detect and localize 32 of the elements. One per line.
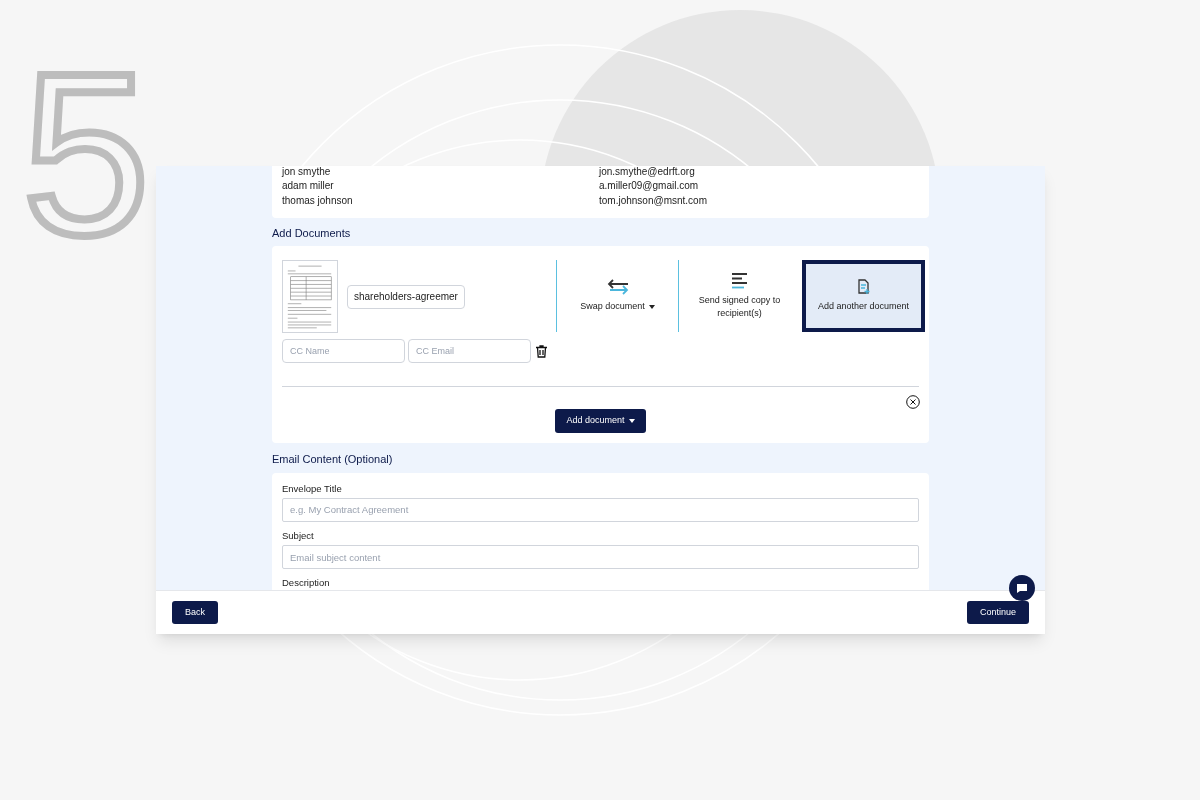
field-label: Envelope Title — [282, 481, 343, 496]
add-document-icon — [855, 279, 872, 295]
chat-icon — [1016, 582, 1028, 594]
back-button[interactable]: Back — [172, 601, 218, 624]
caret-icon — [648, 304, 655, 309]
section-title: Email Content (Optional) — [272, 452, 394, 467]
recipient-name: adam miller — [282, 179, 335, 194]
swap-arrows-icon — [605, 279, 630, 295]
recipient-email: a.miller09@gmail.com — [599, 179, 699, 194]
recipient-email: jon.smythe@edrft.org — [599, 166, 695, 179]
add-document-button[interactable]: Add document — [555, 409, 646, 433]
trash-icon[interactable] — [536, 344, 547, 358]
field-label: Subject — [282, 528, 315, 543]
recipient-email: tom.johnson@msnt.com — [599, 193, 707, 208]
step-number: 5 — [22, 40, 150, 270]
document-action-button[interactable]: Send signed copy to recipient(s) — [679, 260, 800, 332]
section-title: Add Documents — [272, 225, 352, 241]
cc-email-field[interactable]: CC Email — [408, 339, 531, 363]
file-name-field[interactable]: shareholders-agreemer — [347, 284, 465, 309]
text-lines-icon — [730, 272, 749, 289]
text-field[interactable]: e.g. My Contract Agreement — [282, 497, 919, 522]
chat-button[interactable] — [1009, 575, 1035, 601]
recipient-name: thomas johnson — [282, 193, 354, 208]
recipient-name: jon smythe — [282, 166, 332, 179]
field-label: Description — [282, 576, 331, 590]
document-action-button[interactable]: Swap document — [557, 260, 678, 332]
document-action-button[interactable]: Add another document — [802, 260, 925, 332]
text-field[interactable]: Email subject content — [282, 545, 919, 569]
cc-name-field[interactable]: CC Name — [282, 339, 405, 363]
close-icon[interactable] — [906, 395, 920, 409]
continue-button[interactable]: Continue — [967, 601, 1029, 624]
caret-icon — [628, 419, 635, 423]
